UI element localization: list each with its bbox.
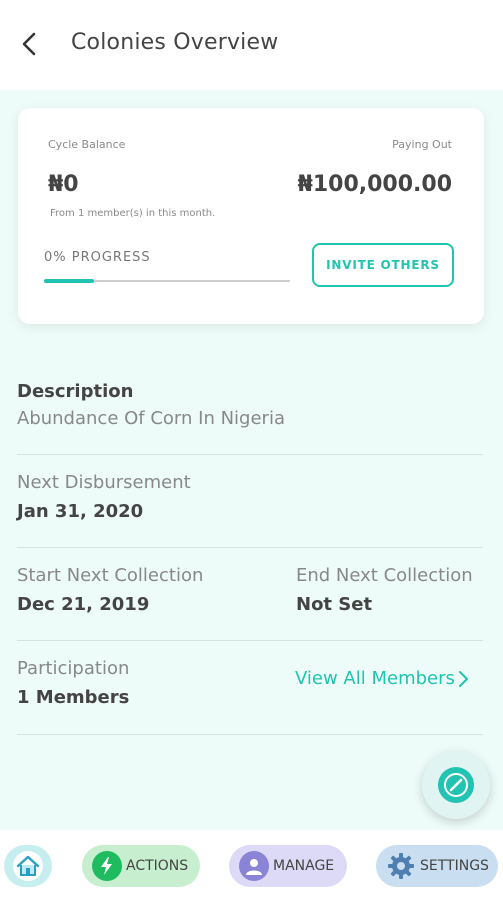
end-collection-value: Not Set (296, 594, 373, 615)
progress-label: 0% PROGRESS (44, 250, 151, 265)
divider (17, 454, 483, 455)
back-button[interactable] (14, 28, 46, 60)
end-collection-label: End Next Collection (296, 565, 473, 586)
end-collection-group: End Next Collection Not Set (296, 565, 473, 615)
home-icon (13, 851, 43, 881)
next-disbursement-value: Jan 31, 2020 (17, 501, 144, 522)
view-all-members-label: View All Members (295, 668, 455, 689)
description-text: Abundance Of Corn In Nigeria (17, 408, 285, 429)
nav-manage[interactable]: MANAGE (229, 845, 347, 887)
nav-settings-label: SETTINGS (420, 858, 489, 874)
participation-value: 1 Members (17, 687, 130, 708)
lightning-icon (92, 851, 122, 881)
app-header: Colonies Overview (0, 0, 503, 90)
edit-icon (438, 767, 474, 803)
nav-actions-label: ACTIONS (126, 858, 189, 874)
collection-section: Start Next Collection Dec 21, 2019 End N… (17, 565, 483, 625)
chevron-right-icon (458, 670, 468, 687)
gear-icon (386, 851, 416, 881)
edit-fab-button[interactable] (422, 751, 490, 819)
divider (17, 734, 483, 735)
progress-bar-fill (44, 279, 94, 283)
cycle-balance-amount: ₦0 (48, 172, 79, 197)
paying-out-amount: ₦100,000.00 (297, 172, 452, 197)
cycle-balance-label: Cycle Balance (48, 138, 126, 151)
participation-section: Participation 1 Members View All Members (17, 658, 483, 718)
nav-settings[interactable]: SETTINGS (376, 845, 498, 887)
progress-bar (44, 279, 290, 283)
paying-out-label: Paying Out (392, 138, 452, 151)
balance-card: Cycle Balance Paying Out ₦0 ₦100,000.00 … (18, 108, 484, 324)
invite-others-button[interactable]: INVITE OTHERS (312, 243, 454, 287)
members-note: From 1 member(s) in this month. (50, 208, 216, 219)
view-all-members-link[interactable]: View All Members (295, 668, 469, 689)
nav-actions[interactable]: ACTIONS (82, 845, 200, 887)
description-section: Description Abundance Of Corn In Nigeria (17, 381, 483, 429)
nav-manage-label: MANAGE (273, 858, 335, 874)
bottom-nav: ACTIONS MANAGE SETTINGS (0, 830, 503, 900)
description-title: Description (17, 381, 134, 402)
chevron-left-icon (22, 32, 36, 56)
nav-home[interactable] (4, 845, 52, 887)
next-disbursement-label: Next Disbursement (17, 472, 191, 493)
next-disbursement-section: Next Disbursement Jan 31, 2020 (17, 472, 483, 522)
user-icon (239, 851, 269, 881)
divider (17, 547, 483, 548)
divider (17, 640, 483, 641)
page-title: Colonies Overview (71, 30, 279, 55)
